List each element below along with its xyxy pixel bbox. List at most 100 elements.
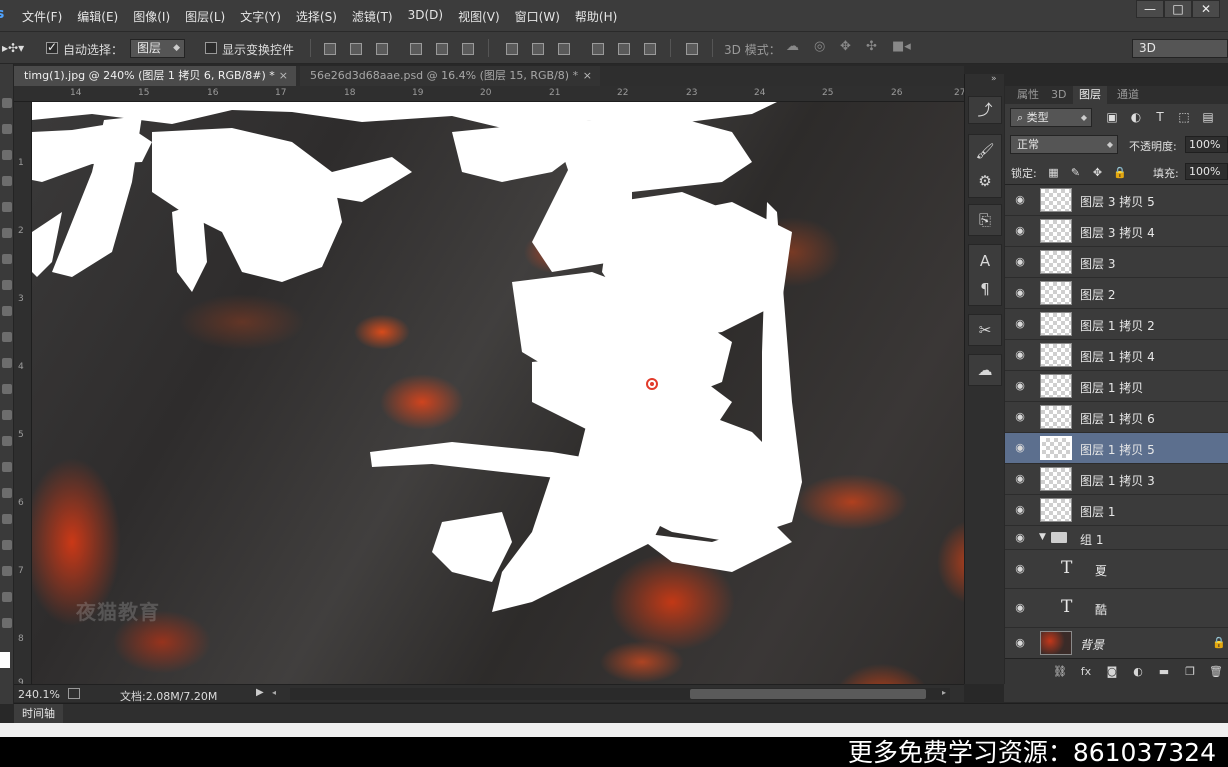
visibility-eye-icon[interactable]: ◉ xyxy=(1013,349,1027,361)
distribute-right-icon[interactable] xyxy=(642,41,656,55)
tool-presets-icon[interactable]: ✂ xyxy=(973,318,997,342)
auto-select-dropdown[interactable]: 图层 ◆ xyxy=(130,39,185,58)
distribute-top-icon[interactable] xyxy=(504,41,518,55)
scroll-right-icon[interactable]: ▸ xyxy=(942,688,946,697)
3d-slide-icon[interactable]: ✣ xyxy=(866,39,877,54)
filter-type-icon[interactable]: T xyxy=(1153,110,1167,124)
visibility-eye-icon[interactable]: ◉ xyxy=(1013,256,1027,268)
layer-row[interactable]: ◉ 图层 1 拷贝 xyxy=(1005,371,1228,402)
visibility-eye-icon[interactable]: ◉ xyxy=(1013,411,1027,423)
layer-row-selected[interactable]: ◉ 图层 1 拷贝 5 xyxy=(1005,433,1228,464)
tool-icon[interactable] xyxy=(2,410,12,420)
menu-edit[interactable]: 编辑(E) xyxy=(77,8,126,25)
layer-row[interactable]: ◉ 图层 1 xyxy=(1005,495,1228,526)
tool-icon[interactable] xyxy=(2,202,12,212)
layer-row[interactable]: ◉ 图层 1 拷贝 3 xyxy=(1005,464,1228,495)
distribute-vcenter-icon[interactable] xyxy=(530,41,544,55)
expand-group-icon[interactable]: ▼ xyxy=(1039,532,1046,542)
scroll-left-icon[interactable]: ◂ xyxy=(272,688,276,697)
lock-transparent-icon[interactable]: ▦ xyxy=(1047,166,1060,179)
filter-smart-object-icon[interactable]: ▤ xyxy=(1201,110,1215,124)
history-icon[interactable]: ⤴ xyxy=(973,98,997,122)
layer-filter-dropdown[interactable]: ⌕ 类型 ◆ xyxy=(1010,108,1092,127)
clone-source-icon[interactable]: ⎘ xyxy=(973,208,997,232)
filter-pixel-icon[interactable]: ▣ xyxy=(1105,110,1119,124)
visibility-eye-icon[interactable]: ◉ xyxy=(1013,318,1027,330)
tool-icon[interactable] xyxy=(2,384,12,394)
filter-shape-icon[interactable]: ⬚ xyxy=(1177,110,1191,124)
layer-row[interactable]: ◉ 图层 1 拷贝 6 xyxy=(1005,402,1228,433)
lock-all-icon[interactable]: 🔒 xyxy=(1113,166,1127,179)
distribute-left-icon[interactable] xyxy=(590,41,604,55)
libraries-icon[interactable]: ☁ xyxy=(973,358,997,382)
add-mask-icon[interactable]: ◙ xyxy=(1105,665,1119,679)
tool-icon[interactable] xyxy=(2,254,12,264)
paragraph-icon[interactable]: ¶ xyxy=(973,277,997,301)
link-layers-icon[interactable]: ⛓ xyxy=(1053,665,1067,679)
blend-mode-dropdown[interactable]: 正常 ◆ xyxy=(1010,135,1118,154)
document-canvas[interactable]: 夜猫教育 xyxy=(32,102,1004,684)
minimize-button[interactable]: — xyxy=(1136,0,1164,18)
close-tab-icon[interactable]: × xyxy=(279,66,288,86)
align-left-icon[interactable] xyxy=(408,41,422,55)
tool-icon[interactable] xyxy=(2,176,12,186)
filter-adjustment-icon[interactable]: ◐ xyxy=(1129,110,1143,124)
tool-icon[interactable] xyxy=(2,488,12,498)
menu-view[interactable]: 视图(V) xyxy=(458,8,508,25)
visibility-eye-icon[interactable]: ◉ xyxy=(1013,532,1027,544)
tool-icon[interactable] xyxy=(2,150,12,160)
menu-image[interactable]: 图像(I) xyxy=(133,8,178,25)
menu-file[interactable]: 文件(F) xyxy=(22,8,70,25)
fill-input[interactable]: 100% xyxy=(1185,163,1228,180)
visibility-eye-icon[interactable]: ◉ xyxy=(1013,380,1027,392)
3d-scale-icon[interactable]: ■◂ xyxy=(892,39,911,54)
menu-layer[interactable]: 图层(L) xyxy=(185,8,233,25)
tool-icon[interactable] xyxy=(2,306,12,316)
zoom-level[interactable]: 240.1% xyxy=(18,688,60,701)
visibility-eye-icon[interactable]: ◉ xyxy=(1013,287,1027,299)
expand-panels-icon[interactable]: » xyxy=(991,74,997,84)
auto-select-checkbox[interactable] xyxy=(46,40,58,54)
3d-rotate-icon[interactable]: ☁ xyxy=(786,39,799,54)
align-top-icon[interactable] xyxy=(322,41,336,55)
tool-icon[interactable] xyxy=(2,514,12,524)
opacity-input[interactable]: 100% xyxy=(1185,136,1228,153)
character-icon[interactable]: A xyxy=(973,249,997,273)
tab-timg[interactable]: timg(1).jpg @ 240% (图层 1 拷贝 6, RGB/8#) *… xyxy=(14,66,296,86)
align-bottom-icon[interactable] xyxy=(374,41,388,55)
tool-icon[interactable] xyxy=(2,462,12,472)
tool-icon[interactable] xyxy=(2,566,12,576)
tab-3d[interactable]: 3D xyxy=(1045,86,1072,104)
tab-psd[interactable]: 56e26d3d68aae.psd @ 16.4% (图层 15, RGB/8)… xyxy=(300,66,600,86)
layer-row[interactable]: ◉ 图层 1 拷贝 2 xyxy=(1005,309,1228,340)
distribute-hcenter-icon[interactable] xyxy=(616,41,630,55)
3d-roll-icon[interactable]: ◎ xyxy=(814,39,825,54)
background-layer-row[interactable]: ◉ 背景 🔒 xyxy=(1005,628,1228,659)
layer-row[interactable]: ◉ T 酷 xyxy=(1005,589,1228,628)
layer-row[interactable]: ◉ 图层 1 拷贝 4 xyxy=(1005,340,1228,371)
lock-pixels-icon[interactable]: ✎ xyxy=(1069,166,1082,179)
restore-button[interactable]: □ xyxy=(1164,0,1192,18)
layer-row[interactable]: ◉ 图层 2 xyxy=(1005,278,1228,309)
tool-icon[interactable] xyxy=(2,98,12,108)
visibility-eye-icon[interactable]: ◉ xyxy=(1013,194,1027,206)
photoshop-logo[interactable]: s xyxy=(0,6,6,24)
tool-icon[interactable] xyxy=(2,592,12,602)
align-right-icon[interactable] xyxy=(460,41,474,55)
foreground-color-swatch[interactable] xyxy=(0,652,10,668)
menu-window[interactable]: 窗口(W) xyxy=(515,8,568,25)
brush-settings-icon[interactable]: ⚙ xyxy=(973,169,997,193)
horizontal-scrollbar[interactable]: ▸ xyxy=(290,688,950,700)
delete-layer-icon[interactable]: 🗑 xyxy=(1209,665,1223,679)
tool-icon[interactable] xyxy=(2,436,12,446)
visibility-eye-icon[interactable]: ◉ xyxy=(1013,473,1027,485)
move-tool-icon[interactable]: ▸✣▾ xyxy=(2,41,24,55)
new-group-icon[interactable]: ▬ xyxy=(1157,665,1171,679)
new-layer-icon[interactable]: ❐ xyxy=(1183,665,1197,679)
menu-help[interactable]: 帮助(H) xyxy=(575,8,625,25)
tab-properties[interactable]: 属性 xyxy=(1011,86,1045,104)
lock-position-icon[interactable]: ✥ xyxy=(1091,166,1104,179)
visibility-eye-icon[interactable]: ◉ xyxy=(1013,563,1027,575)
brush-preset-icon[interactable]: 🖌 xyxy=(973,139,997,163)
tool-icon[interactable] xyxy=(2,358,12,368)
